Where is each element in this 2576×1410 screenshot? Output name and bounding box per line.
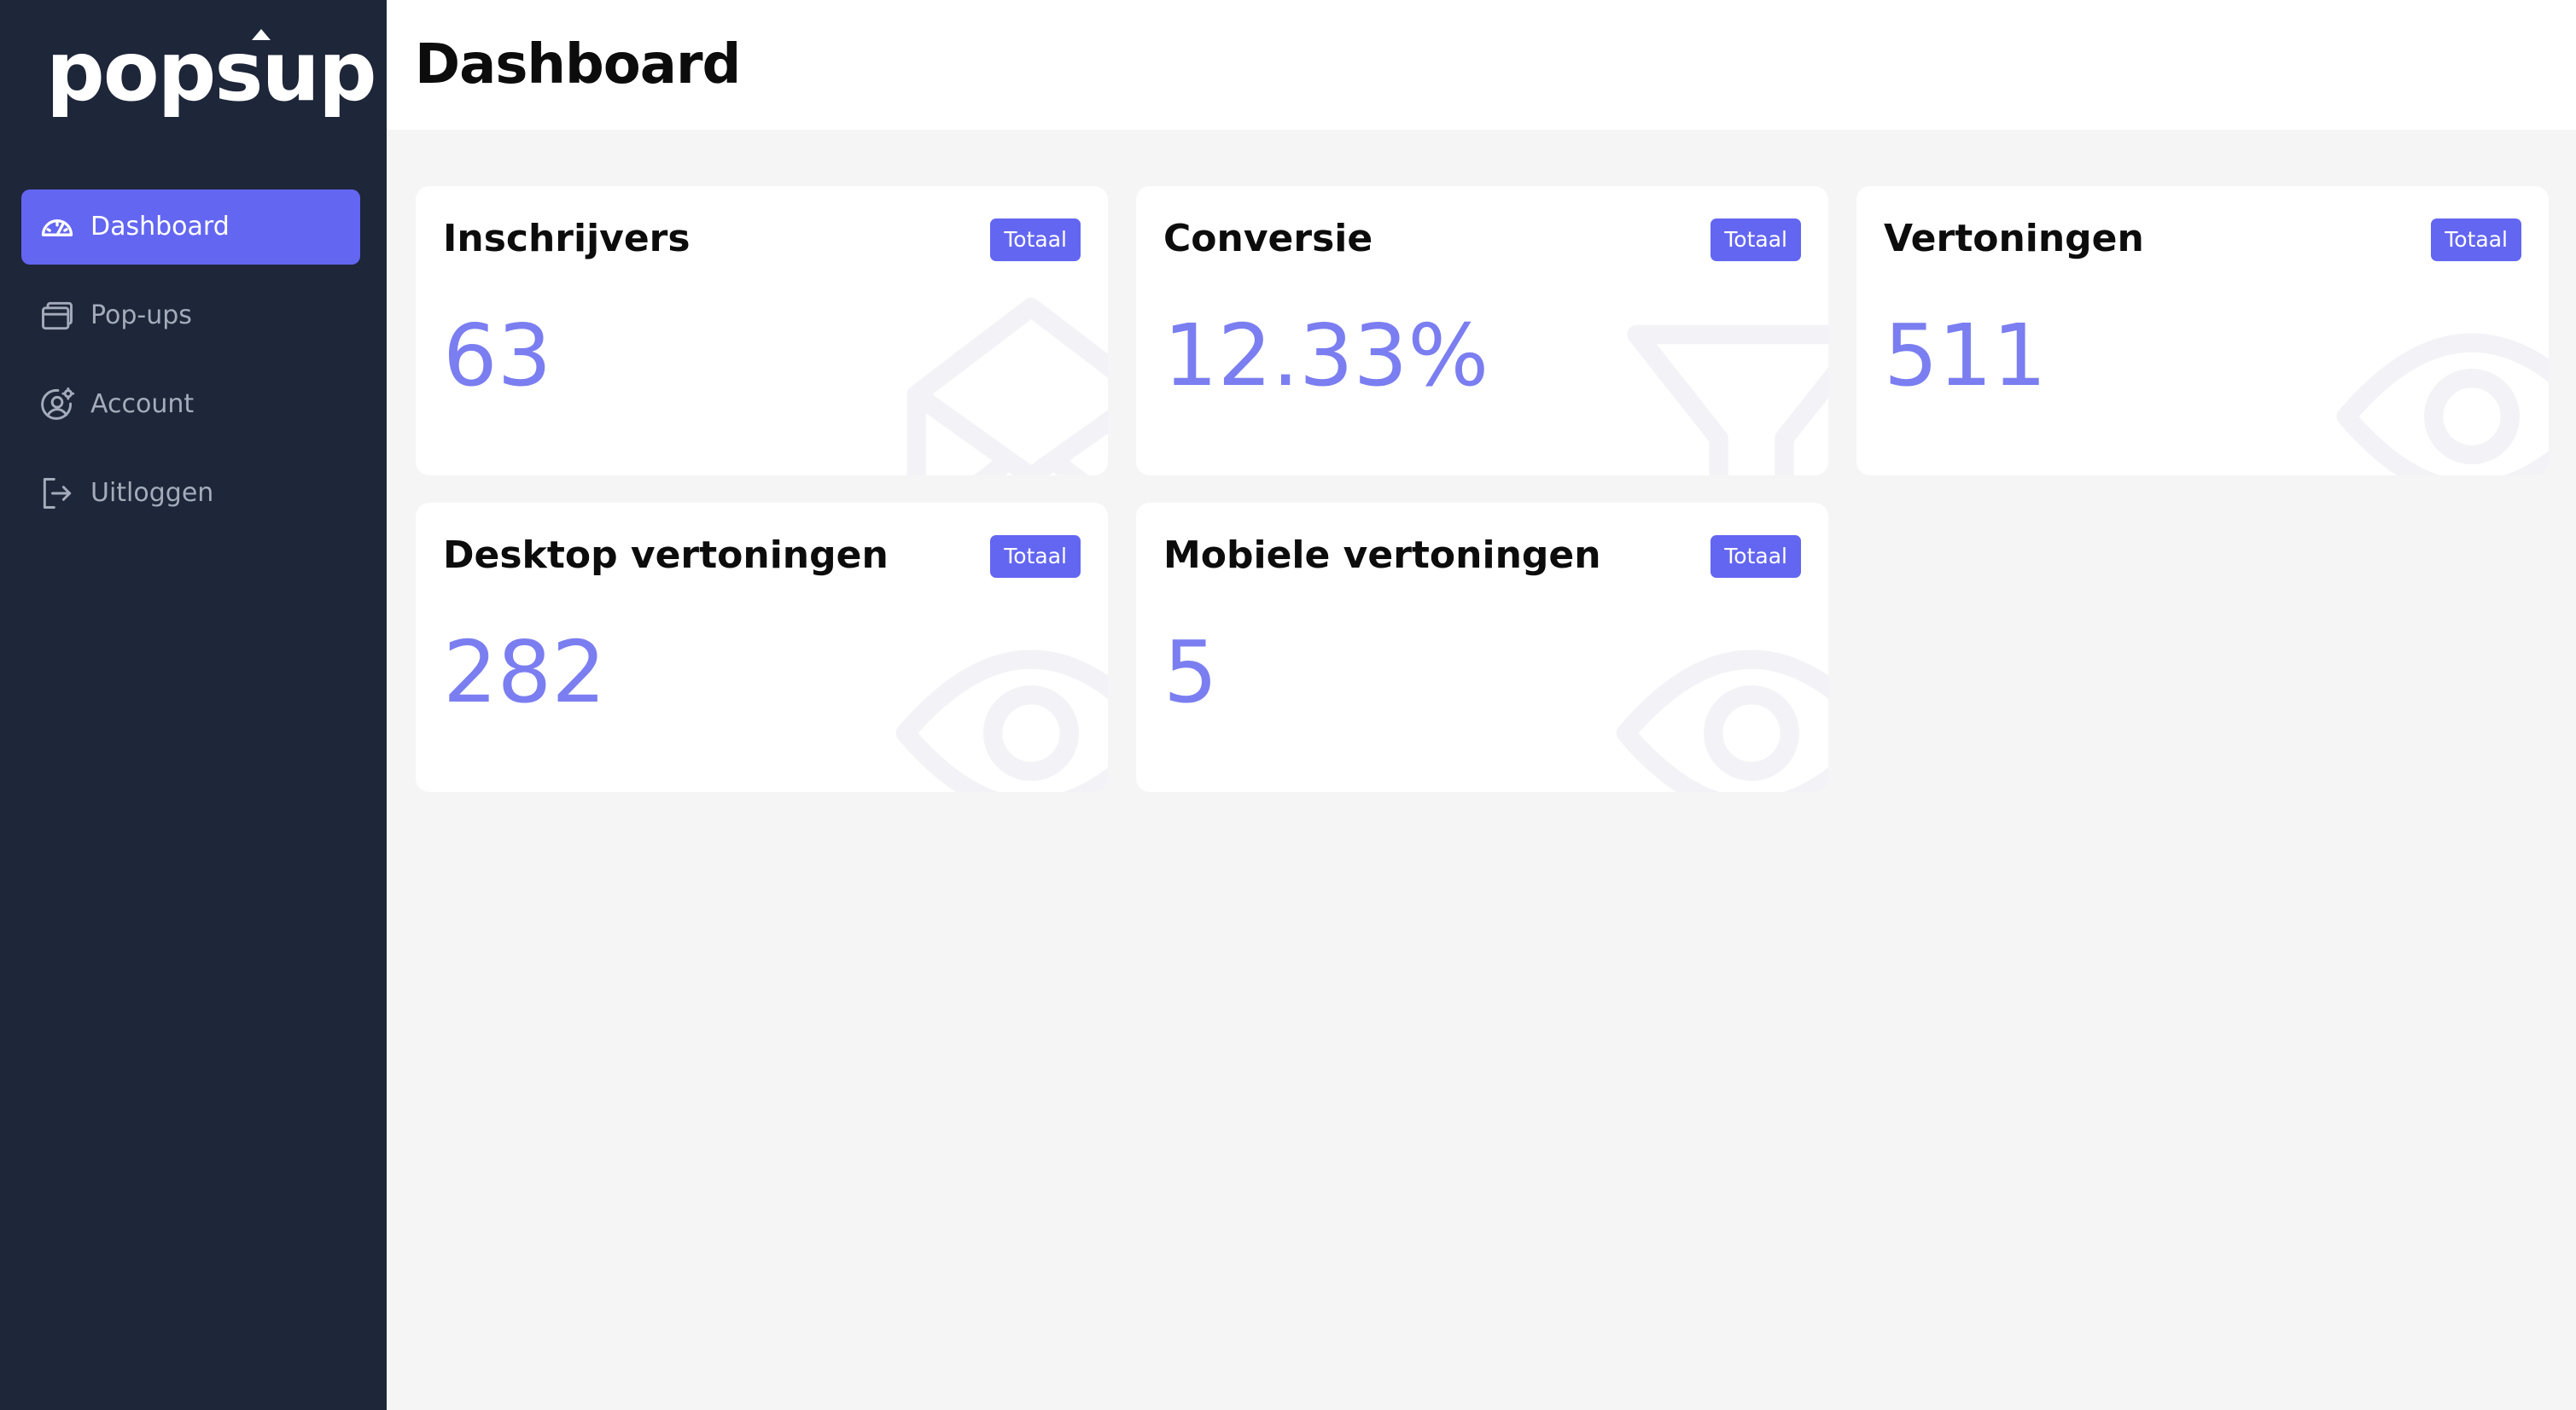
gauge-icon [41,219,73,236]
sidebar: popsup Dashboard Pop-ups Account Uitlogg… [0,0,387,1410]
card-value: 282 [443,622,606,722]
card-value: 5 [1163,622,1218,722]
user-settings-icon [41,387,75,420]
brand-logo-text: popsup [46,24,377,119]
sidebar-item-label: Dashboard [90,212,230,242]
windows-icon [42,301,73,330]
total-badge: Totaal [1711,535,1801,578]
page-header: Dashboard [387,0,2576,130]
funnel-icon [1627,324,1828,475]
total-badge: Totaal [990,218,1081,261]
logo-caret-icon [252,29,271,40]
total-badge: Totaal [1711,218,1801,261]
sidebar-item-popups[interactable]: Pop-ups [21,278,360,353]
brand-logo[interactable]: popsup [46,20,377,123]
card-value: 12.33% [1163,306,1489,405]
page-title: Dashboard [415,33,741,96]
card-title: Vertoningen [1884,217,2144,260]
total-badge: Totaal [2431,218,2521,261]
card-value: 63 [443,306,552,405]
logout-icon [43,478,72,509]
stat-card-vertoningen: Vertoningen Totaal 511 [1856,186,2549,475]
stat-card-desktop-vertoningen: Desktop vertoningen Totaal 282 [416,503,1108,792]
sidebar-item-label: Account [90,389,195,419]
stat-card-inschrijvers: Inschrijvers Totaal 63 [416,186,1108,475]
stat-card-conversie: Conversie Totaal 12.33% [1136,186,1828,475]
envelope-icon [906,297,1108,475]
card-title: Mobiele vertoningen [1163,533,1601,577]
card-title: Desktop vertoningen [443,533,889,577]
app-window: popsup Dashboard Pop-ups Account Uitlogg… [0,0,2576,1410]
sidebar-item-dashboard[interactable]: Dashboard [21,189,360,265]
sidebar-item-account[interactable]: Account [21,367,360,442]
sidebar-item-label: Pop-ups [90,300,192,330]
card-value: 511 [1884,306,2047,405]
sidebar-item-label: Uitloggen [90,478,214,508]
card-title: Inschrijvers [443,217,691,260]
eye-icon [895,650,1108,792]
sidebar-item-logout[interactable]: Uitloggen [21,456,360,531]
stat-card-mobiele-vertoningen: Mobiele vertoningen Totaal 5 [1136,503,1828,792]
eye-icon [2336,333,2549,475]
total-badge: Totaal [990,535,1081,578]
card-title: Conversie [1163,217,1373,260]
eye-icon [1616,650,1828,792]
sidebar-nav: Dashboard Pop-ups Account Uitloggen [21,189,360,545]
